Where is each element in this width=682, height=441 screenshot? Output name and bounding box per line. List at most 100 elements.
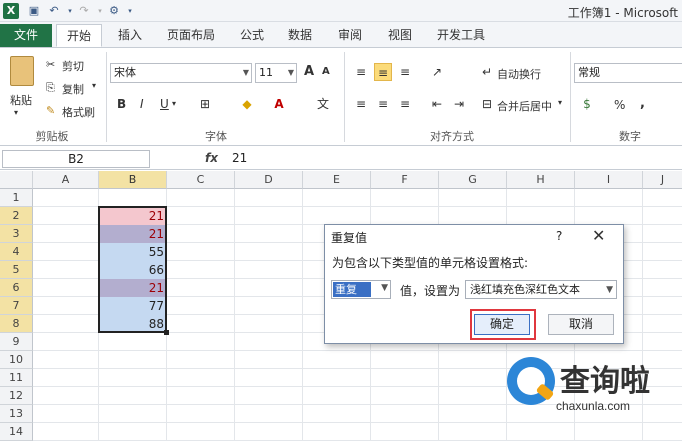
cell-a2[interactable] (33, 207, 99, 225)
cut-icon[interactable]: ✂ (46, 58, 55, 71)
cell-h1[interactable] (507, 189, 575, 207)
column-header-i[interactable]: I (575, 171, 643, 189)
cell-c13[interactable] (167, 405, 235, 423)
align-center-icon[interactable]: ≡ (374, 95, 392, 113)
cell-a3[interactable] (33, 225, 99, 243)
cell-d9[interactable] (235, 333, 303, 351)
cell-f1[interactable] (371, 189, 439, 207)
cell-j6[interactable] (643, 279, 682, 297)
cell-g2[interactable] (439, 207, 507, 225)
cell-a9[interactable] (33, 333, 99, 351)
column-header-e[interactable]: E (303, 171, 371, 189)
save-icon[interactable]: ▣ (26, 3, 42, 19)
format-select[interactable]: 浅红填充色深红色文本 ▼ (465, 280, 617, 299)
cell-c2[interactable] (167, 207, 235, 225)
cell-a13[interactable] (33, 405, 99, 423)
tab-file[interactable]: 文件 (0, 24, 52, 47)
cell-b1[interactable] (99, 189, 167, 207)
border-icon[interactable]: ⊞ (196, 95, 214, 113)
column-header-b[interactable]: B (99, 171, 167, 189)
row-header-4[interactable]: 4 (0, 243, 33, 261)
paste-button[interactable]: 粘贴 (10, 92, 32, 108)
tab-formulas[interactable]: 公式 (232, 24, 272, 47)
phonetic-icon[interactable]: 文 (314, 95, 332, 113)
cell-c14[interactable] (167, 423, 235, 441)
merge-center-button[interactable]: 合并后居中 (497, 98, 552, 114)
cell-c6[interactable] (167, 279, 235, 297)
cell-f10[interactable] (371, 351, 439, 369)
cell-a8[interactable] (33, 315, 99, 333)
help-icon[interactable]: ? (556, 229, 562, 243)
cell-c11[interactable] (167, 369, 235, 387)
italic-button[interactable]: I (140, 97, 144, 111)
cell-c8[interactable] (167, 315, 235, 333)
paste-icon[interactable] (10, 56, 34, 86)
column-header-j[interactable]: J (643, 171, 682, 189)
cell-j13[interactable] (643, 405, 682, 423)
cell-c1[interactable] (167, 189, 235, 207)
cell-a12[interactable] (33, 387, 99, 405)
cell-e12[interactable] (303, 387, 371, 405)
cell-d1[interactable] (235, 189, 303, 207)
copy-icon[interactable]: ⎘ (46, 81, 55, 95)
decrease-indent-icon[interactable]: ⇤ (428, 95, 446, 113)
cell-j8[interactable] (643, 315, 682, 333)
cell-e2[interactable] (303, 207, 371, 225)
cell-h2[interactable] (507, 207, 575, 225)
tab-review[interactable]: 审阅 (330, 24, 370, 47)
format-painter-icon[interactable]: ✎ (46, 104, 55, 117)
format-painter-button[interactable]: 格式刷 (62, 104, 95, 120)
row-header-10[interactable]: 10 (0, 351, 33, 369)
customize-icon[interactable]: ⚙ (106, 3, 122, 19)
tab-developer[interactable]: 开发工具 (430, 24, 492, 47)
fill-color-icon[interactable]: ◆ (238, 95, 256, 113)
row-header-3[interactable]: 3 (0, 225, 33, 243)
percent-button[interactable]: % (614, 98, 625, 112)
cell-c5[interactable] (167, 261, 235, 279)
currency-icon[interactable]: $ (578, 95, 596, 113)
cut-button[interactable]: 剪切 (62, 58, 84, 74)
copy-dropdown-icon[interactable]: ▾ (92, 81, 96, 90)
align-right-icon[interactable]: ≡ (396, 95, 414, 113)
name-box[interactable]: B2 (2, 150, 150, 168)
cell-d11[interactable] (235, 369, 303, 387)
tab-data[interactable]: 数据 (280, 24, 320, 47)
row-header-9[interactable]: 9 (0, 333, 33, 351)
cell-a1[interactable] (33, 189, 99, 207)
cell-i2[interactable] (575, 207, 643, 225)
cell-a4[interactable] (33, 243, 99, 261)
align-left-icon[interactable]: ≡ (352, 95, 370, 113)
cell-d14[interactable] (235, 423, 303, 441)
cell-f13[interactable] (371, 405, 439, 423)
cell-j4[interactable] (643, 243, 682, 261)
cell-j14[interactable] (643, 423, 682, 441)
cell-c3[interactable] (167, 225, 235, 243)
close-icon[interactable]: ✕ (592, 226, 605, 245)
cell-a11[interactable] (33, 369, 99, 387)
cell-d3[interactable] (235, 225, 303, 243)
cell-i1[interactable] (575, 189, 643, 207)
bold-button[interactable]: B (117, 97, 126, 111)
cell-c12[interactable] (167, 387, 235, 405)
cell-g13[interactable] (439, 405, 507, 423)
cell-j5[interactable] (643, 261, 682, 279)
cancel-button[interactable]: 取消 (548, 314, 614, 335)
cell-b11[interactable] (99, 369, 167, 387)
cell-d5[interactable] (235, 261, 303, 279)
underline-button[interactable]: U (160, 97, 169, 111)
row-header-7[interactable]: 7 (0, 297, 33, 315)
cell-j1[interactable] (643, 189, 682, 207)
cell-c10[interactable] (167, 351, 235, 369)
align-middle-icon[interactable]: ≡ (374, 63, 392, 81)
cell-d7[interactable] (235, 297, 303, 315)
column-header-a[interactable]: A (33, 171, 99, 189)
cell-i14[interactable] (575, 423, 643, 441)
align-top-icon[interactable]: ≡ (352, 63, 370, 81)
cell-c4[interactable] (167, 243, 235, 261)
cell-d12[interactable] (235, 387, 303, 405)
tab-home[interactable]: 开始 (56, 24, 102, 47)
grow-font-button[interactable]: A (304, 64, 314, 79)
cell-f12[interactable] (371, 387, 439, 405)
row-header-8[interactable]: 8 (0, 315, 33, 333)
tab-insert[interactable]: 插入 (110, 24, 150, 47)
